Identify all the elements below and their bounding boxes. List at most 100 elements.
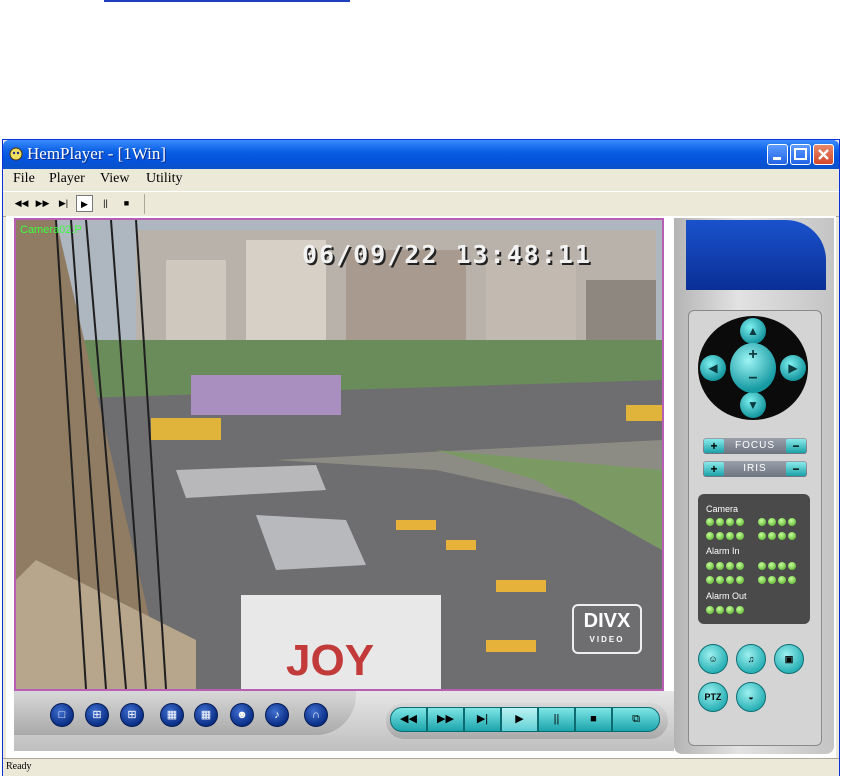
- divx-watermark: DIVX VIDEO: [572, 604, 642, 654]
- toolbar-stop-button[interactable]: ■: [118, 195, 135, 212]
- minimize-button[interactable]: [767, 144, 788, 165]
- arrow-left-icon: ◀: [708, 361, 718, 375]
- alarm-in-led: [706, 576, 714, 584]
- zoom-control[interactable]: + −: [730, 343, 776, 393]
- camera-led: [736, 532, 744, 540]
- focus-label: FOCUS: [735, 440, 775, 451]
- alarm-in-led: [778, 562, 786, 570]
- fast-forward-button[interactable]: ▶▶: [427, 707, 464, 732]
- maximize-icon: [794, 148, 807, 160]
- alarm-in-label: Alarm In: [706, 546, 740, 556]
- close-button[interactable]: [813, 144, 834, 165]
- layout-1-button[interactable]: □: [50, 703, 74, 727]
- video-timestamp: 06/09/22 13:48:11: [302, 240, 592, 269]
- iris-control: + IRIS −: [703, 461, 807, 477]
- playback-panel: ◀◀ ▶▶ ▶| ▶ || ■ ⧉: [386, 703, 668, 739]
- menu-view[interactable]: View: [100, 171, 129, 187]
- bottom-control-bar: □ ⊞ ⊞ ▦ ▦ ☻ ♪ ∩ ◀◀ ▶▶ ▶| ▶ || ■ ⧉: [14, 691, 674, 751]
- person-button[interactable]: ☻: [230, 703, 254, 727]
- camera-led: [726, 518, 734, 526]
- player-content: JOY Camera02.P 06/09/22 13:48:11 DIVX VI…: [6, 216, 836, 758]
- status-bar: Ready ⋰: [3, 758, 839, 776]
- camera-led: [758, 518, 766, 526]
- layout-custom-icon: ▦: [200, 709, 212, 721]
- copy-button[interactable]: ⧉: [612, 707, 660, 732]
- iris-plus-button[interactable]: +: [704, 462, 724, 476]
- toolbar-pause-button[interactable]: ||: [97, 195, 114, 212]
- menu-file[interactable]: File: [13, 171, 35, 187]
- alarm-button[interactable]: ♫: [736, 644, 766, 674]
- alarm-in-led: [758, 562, 766, 570]
- toolbar-rewind-button[interactable]: ◀◀: [13, 195, 30, 212]
- video-view[interactable]: JOY Camera02.P 06/09/22 13:48:11 DIVX VI…: [14, 218, 664, 691]
- camera-status-label: Camera: [706, 504, 739, 514]
- resize-grip-icon[interactable]: ⋰: [6, 761, 16, 771]
- computer-icon: ▣: [784, 654, 794, 664]
- arrow-right-icon: ▶: [788, 361, 798, 375]
- camera-led: [768, 532, 776, 540]
- svg-text:JOY: JOY: [286, 636, 374, 685]
- ptz-right-button[interactable]: ▶: [780, 355, 806, 381]
- layout-custom-button[interactable]: ▦: [194, 703, 218, 727]
- alarm-out-label: Alarm Out: [706, 591, 747, 601]
- toolbar-step-button[interactable]: ▶|: [55, 195, 72, 212]
- satellite-dish-icon: ◒: [748, 692, 754, 702]
- ptz-up-button[interactable]: ▲: [740, 318, 766, 344]
- maximize-button[interactable]: [790, 144, 811, 165]
- stop-button[interactable]: ■: [575, 707, 612, 732]
- iris-minus-button[interactable]: −: [786, 462, 806, 476]
- focus-plus-button[interactable]: +: [704, 439, 724, 453]
- camera-led: [788, 518, 796, 526]
- layout-9-button[interactable]: ⊞: [120, 703, 144, 727]
- step-button[interactable]: ▶|: [464, 707, 501, 732]
- alarm-out-led: [716, 606, 724, 614]
- focus-minus-button[interactable]: −: [786, 439, 806, 453]
- camera-led: [706, 518, 714, 526]
- status-indicator-panel: Camera Alarm In Alarm Out: [698, 494, 810, 624]
- alarm-in-led: [768, 562, 776, 570]
- camera-led: [726, 532, 734, 540]
- camera-led: [788, 532, 796, 540]
- camera-label: Camera02.P: [20, 224, 82, 236]
- toolbar-play-button[interactable]: ▶: [76, 195, 93, 212]
- network-button[interactable]: ▣: [774, 644, 804, 674]
- layout-4-icon: ⊞: [92, 709, 102, 721]
- alarm-in-led: [706, 562, 714, 570]
- side-control-panel: ▲ ▼ ◀ ▶ + − + FOCUS − + IRIS − Camera Al…: [674, 218, 834, 754]
- rewind-button[interactable]: ◀◀: [390, 707, 427, 732]
- headphones-icon: ∩: [312, 709, 320, 721]
- minimize-icon: [773, 157, 781, 160]
- camera-led: [716, 532, 724, 540]
- microphone-button[interactable]: ♪: [265, 703, 289, 727]
- layout-16-icon: ▦: [166, 709, 178, 721]
- search-button[interactable]: ☺: [698, 644, 728, 674]
- play-button[interactable]: ▶: [501, 707, 538, 732]
- alarm-out-led: [706, 606, 714, 614]
- title-bar[interactable]: HemPlayer - [1Win]: [3, 140, 839, 169]
- person-icon: ☻: [236, 709, 248, 721]
- divx-watermark-main: DIVX: [583, 610, 631, 632]
- menu-utility[interactable]: Utility: [146, 171, 183, 187]
- alarm-in-led: [778, 576, 786, 584]
- ptz-down-button[interactable]: ▼: [740, 392, 766, 418]
- satellite-button[interactable]: ◒: [736, 682, 766, 712]
- ptz-button[interactable]: PTZ: [698, 682, 728, 712]
- alarm-in-led: [788, 576, 796, 584]
- toolbar-fast-forward-button[interactable]: ▶▶: [34, 195, 51, 212]
- pause-button[interactable]: ||: [538, 707, 575, 732]
- layout-4-button[interactable]: ⊞: [85, 703, 109, 727]
- arrow-up-icon: ▲: [747, 324, 759, 338]
- toolbar: ◀◀ ▶▶ ▶| ▶ || ■: [3, 191, 839, 217]
- menu-player[interactable]: Player: [49, 171, 85, 187]
- alarm-out-led: [736, 606, 744, 614]
- layout-16-button[interactable]: ▦: [160, 703, 184, 727]
- zoom-in-icon[interactable]: +: [748, 346, 757, 363]
- layout-1-icon: □: [58, 709, 66, 721]
- ptz-left-button[interactable]: ◀: [700, 355, 726, 381]
- toolbar-separator: [144, 194, 145, 214]
- layout-9-icon: ⊞: [127, 709, 137, 721]
- top-link-underline: [104, 0, 350, 2]
- headphones-button[interactable]: ∩: [304, 703, 328, 727]
- zoom-out-icon[interactable]: −: [748, 370, 757, 387]
- camera-led: [716, 518, 724, 526]
